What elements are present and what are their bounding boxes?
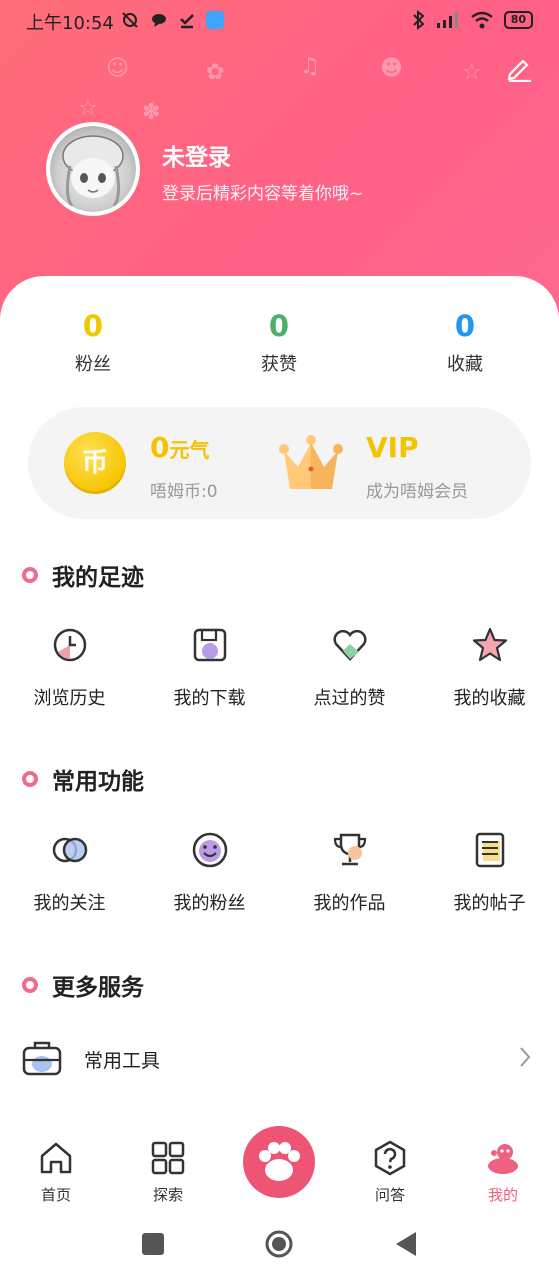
user-subtitle: 登录后精彩内容等着你哦~ bbox=[162, 184, 364, 204]
system-nav-bar bbox=[0, 1208, 559, 1280]
section-dot-icon bbox=[22, 977, 38, 993]
stat-label: 收藏 bbox=[447, 354, 483, 375]
crown-icon[interactable] bbox=[278, 433, 344, 493]
stat-value: 0 bbox=[268, 309, 290, 343]
app-notification-icon bbox=[206, 11, 224, 29]
tab-label: 我的 bbox=[487, 1186, 518, 1204]
common-tools-row[interactable]: 常用工具 bbox=[22, 1036, 537, 1082]
section-more-title: 更多服务 bbox=[22, 968, 144, 1002]
section-dot-icon bbox=[22, 771, 38, 787]
decoration-icon: ☻ bbox=[380, 56, 403, 81]
tab-label: 探索 bbox=[152, 1186, 183, 1204]
tab-label: 首页 bbox=[40, 1186, 71, 1204]
section-title-text: 常用功能 bbox=[52, 769, 144, 795]
heart-icon bbox=[332, 630, 367, 661]
star-icon bbox=[472, 627, 507, 662]
fans-button[interactable]: 我的粉丝 bbox=[140, 831, 279, 915]
chat-icon bbox=[152, 14, 166, 27]
stat-likes[interactable]: 0 获赞 bbox=[219, 308, 339, 376]
grid-label: 浏览历史 bbox=[33, 688, 106, 709]
decoration-icon: ✿ bbox=[206, 60, 225, 85]
battery-indicator: 80 bbox=[503, 11, 533, 29]
coin-amount[interactable]: 0元气 bbox=[150, 431, 209, 464]
grid-label: 点过的赞 bbox=[313, 688, 386, 709]
section-title-text: 更多服务 bbox=[52, 975, 144, 1001]
following-button[interactable]: 我的关注 bbox=[0, 831, 139, 915]
grid-label: 我的下载 bbox=[173, 688, 246, 709]
wallet-panel: 币 0元气 唔姆币:0 VIP 成为唔姆会员 bbox=[28, 407, 531, 519]
home-nav-button[interactable] bbox=[265, 1230, 293, 1258]
section-title-text: 我的足迹 bbox=[52, 565, 144, 591]
history-button[interactable]: 浏览历史 bbox=[0, 626, 139, 710]
section-footprints-title: 我的足迹 bbox=[22, 558, 144, 592]
works-button[interactable]: 我的作品 bbox=[280, 831, 419, 915]
decoration-icon: ☺ bbox=[106, 56, 129, 81]
follow-icon bbox=[52, 837, 87, 863]
status-right-icons: 80 bbox=[412, 10, 533, 30]
status-left-icons bbox=[120, 10, 224, 30]
download-done-icon bbox=[180, 14, 194, 29]
paw-icon bbox=[259, 1142, 300, 1181]
decoration-icon: ♫ bbox=[300, 54, 320, 79]
avatar[interactable] bbox=[46, 122, 140, 216]
stat-label: 粉丝 bbox=[75, 354, 111, 375]
note-icon bbox=[475, 832, 504, 868]
tab-label: 问答 bbox=[374, 1186, 405, 1204]
coin-balance-label: 唔姆币:0 bbox=[150, 482, 218, 502]
status-time: 上午10:54 bbox=[26, 13, 114, 34]
bluetooth-icon bbox=[412, 10, 425, 30]
favorites-button[interactable]: 我的收藏 bbox=[420, 626, 559, 710]
stat-label: 获赞 bbox=[261, 354, 297, 375]
stat-value: 0 bbox=[454, 309, 476, 343]
home-icon bbox=[40, 1142, 72, 1174]
stat-favorites[interactable]: 0 收藏 bbox=[405, 308, 525, 376]
edit-profile-button[interactable] bbox=[505, 54, 533, 82]
grid-label: 我的粉丝 bbox=[173, 893, 246, 914]
status-bar: 上午10:54 80 bbox=[0, 0, 559, 42]
username[interactable]: 未登录 bbox=[162, 138, 231, 172]
coin-unit: 元气 bbox=[169, 438, 210, 462]
chevron-right-icon bbox=[520, 1047, 531, 1067]
grid-label: 我的作品 bbox=[313, 893, 386, 914]
recent-apps-button[interactable] bbox=[139, 1230, 167, 1258]
coin-amount-value: 0 bbox=[150, 431, 170, 464]
mine-icon bbox=[488, 1144, 518, 1174]
back-button[interactable] bbox=[392, 1230, 420, 1258]
decoration-icon: ✽ bbox=[142, 100, 161, 125]
grid-icon bbox=[151, 1141, 185, 1175]
trophy-icon bbox=[333, 833, 366, 866]
coin-icon[interactable]: 币 bbox=[64, 432, 126, 494]
save-icon bbox=[193, 628, 226, 662]
vip-subtitle: 成为唔姆会员 bbox=[366, 482, 468, 502]
grid-label: 我的收藏 bbox=[453, 688, 526, 709]
clock-icon bbox=[53, 628, 86, 662]
tab-home[interactable]: 首页 bbox=[16, 1140, 96, 1205]
tab-qa[interactable]: 问答 bbox=[350, 1140, 430, 1205]
center-paw-button[interactable] bbox=[243, 1126, 315, 1198]
stat-fans[interactable]: 0 粉丝 bbox=[33, 308, 153, 376]
decoration-icon: ☆ bbox=[462, 60, 482, 85]
tab-explore[interactable]: 探索 bbox=[128, 1140, 208, 1205]
grid-label: 我的帖子 bbox=[453, 893, 526, 914]
section-dot-icon bbox=[22, 567, 38, 583]
stat-value: 0 bbox=[82, 309, 104, 343]
bottom-tab-bar: 首页 探索 问答 我的 bbox=[0, 1126, 559, 1208]
signal-icon bbox=[436, 12, 458, 28]
smile-icon bbox=[192, 832, 227, 868]
mute-icon bbox=[122, 12, 138, 28]
vip-title[interactable]: VIP bbox=[366, 431, 419, 464]
wifi-icon bbox=[470, 11, 493, 29]
downloads-button[interactable]: 我的下载 bbox=[140, 626, 279, 710]
grid-label: 我的关注 bbox=[33, 893, 106, 914]
posts-button[interactable]: 我的帖子 bbox=[420, 831, 559, 915]
question-icon bbox=[374, 1140, 406, 1176]
avatar-image bbox=[50, 126, 136, 212]
decoration-icon: ☆ bbox=[78, 96, 98, 121]
liked-button[interactable]: 点过的赞 bbox=[280, 626, 419, 710]
section-common-title: 常用功能 bbox=[22, 762, 144, 796]
tab-mine[interactable]: 我的 bbox=[463, 1140, 543, 1205]
common-tools-label: 常用工具 bbox=[84, 1050, 161, 1072]
toolbox-icon bbox=[22, 1041, 62, 1076]
